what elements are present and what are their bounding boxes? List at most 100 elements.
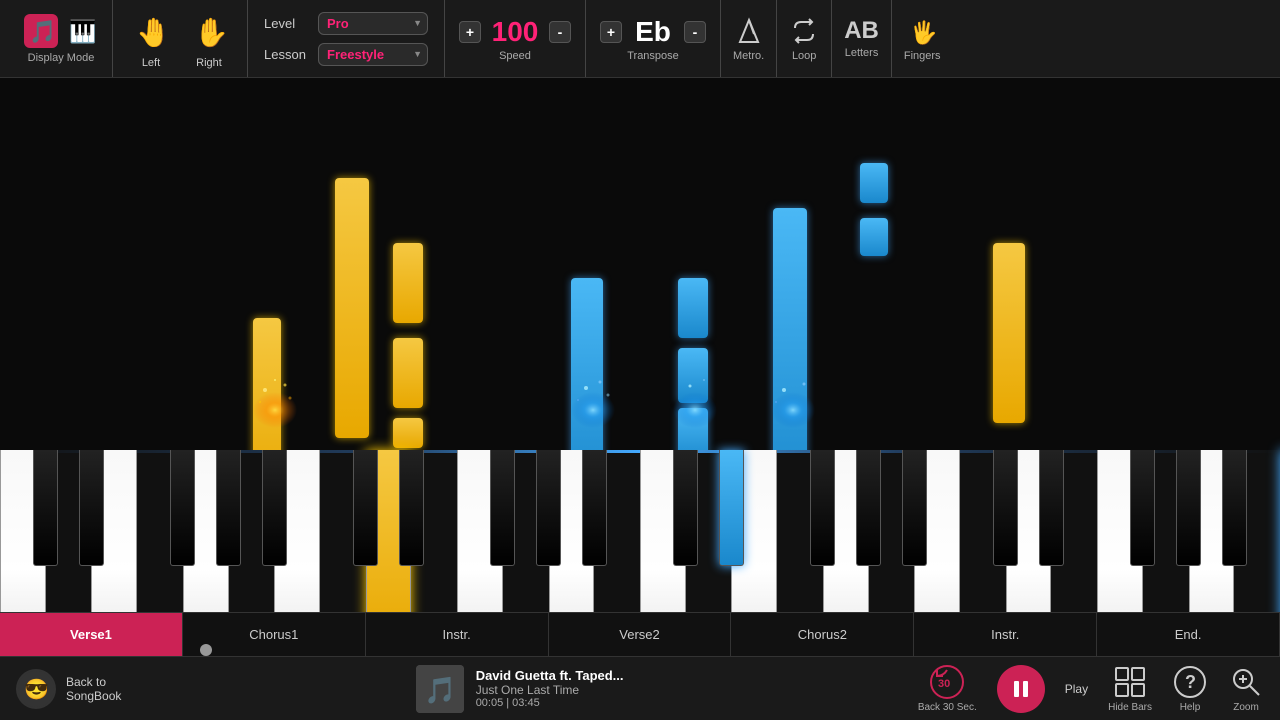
bottom-controls: 30 Back 30 Sec. Play (918, 664, 1264, 713)
note-yellow-3 (393, 243, 423, 323)
black-key-5[interactable] (262, 450, 287, 566)
song-info-section: 🎵 David Guetta ft. Taped... Just One Las… (137, 665, 901, 713)
fingers-button[interactable]: 🖐 Fingers (892, 0, 953, 77)
speed-plus-button[interactable]: + (459, 21, 481, 43)
right-hand-label: Right (196, 57, 222, 69)
black-key-24[interactable] (1130, 450, 1155, 566)
lesson-select-wrapper: Freestyle Lesson 1 Lesson 2 (318, 43, 428, 66)
transpose-value: Eb (626, 16, 680, 48)
display-mode-icon-1[interactable]: 🎵 (24, 14, 58, 48)
black-key-22[interactable] (1039, 450, 1064, 566)
right-hand-button[interactable]: ✋ Right (187, 9, 231, 69)
black-key-18[interactable] (856, 450, 881, 566)
metro-icon (734, 16, 764, 46)
black-key-3[interactable] (170, 450, 195, 566)
song-thumbnail: 🎵 (416, 665, 464, 713)
fingers-icon: 🖐 (907, 16, 937, 46)
svg-text:?: ? (1185, 672, 1196, 692)
letters-label: Letters (845, 47, 879, 59)
hide-bars-button[interactable]: Hide Bars (1108, 664, 1152, 713)
sparkle-blue-1 (558, 360, 628, 430)
zoom-icon (1228, 664, 1264, 700)
toolbar: 🎵 🎹 Display Mode 🤚 Left ✋ (0, 0, 1280, 78)
song-details: David Guetta ft. Taped... Just One Last … (476, 668, 624, 709)
section-tab-instr[interactable]: Instr. (914, 613, 1097, 656)
black-key-21[interactable] (993, 450, 1018, 566)
letters-button[interactable]: AB Letters (832, 0, 892, 77)
metro-label: Metro. (733, 50, 764, 62)
loop-icon (789, 16, 819, 46)
piano-roll (0, 78, 1280, 450)
section-tab-instr[interactable]: Instr. (366, 613, 549, 656)
level-select-wrapper: Pro Beginner Intermediate (318, 12, 428, 35)
back-30-sec-button[interactable]: 30 Back 30 Sec. (918, 664, 977, 713)
progress-dot[interactable] (200, 644, 212, 656)
help-button[interactable]: ? Help (1172, 664, 1208, 713)
note-yellow-2 (335, 178, 369, 438)
back-line1: Back to (66, 675, 121, 689)
black-key-15[interactable] (719, 450, 744, 566)
black-key-11[interactable] (536, 450, 561, 566)
black-key-25[interactable] (1176, 450, 1201, 566)
left-hand-button[interactable]: 🤚 Left (129, 9, 173, 69)
transpose-minus-button[interactable]: - (684, 21, 706, 43)
play-pause-button[interactable] (997, 665, 1045, 713)
lesson-label: Lesson (264, 47, 310, 62)
black-key-7[interactable] (353, 450, 378, 566)
bottom-bar: 😎 Back to SongBook 🎵 David Guetta ft. Ta… (0, 656, 1280, 720)
note-yellow-6 (993, 243, 1025, 423)
lesson-row: Lesson Freestyle Lesson 1 Lesson 2 (264, 43, 428, 66)
note-yellow-4 (393, 338, 423, 408)
svg-text:😎: 😎 (24, 678, 49, 701)
hide-bars-icon (1112, 664, 1148, 700)
fingers-label: Fingers (904, 50, 941, 62)
song-title: David Guetta ft. Taped... (476, 668, 624, 683)
metro-button[interactable]: Metro. (721, 0, 777, 77)
black-key-8[interactable] (399, 450, 424, 566)
lesson-select[interactable]: Freestyle Lesson 1 Lesson 2 (318, 43, 428, 66)
level-label: Level (264, 16, 310, 31)
speed-minus-button[interactable]: - (549, 21, 571, 43)
section-tab-chorus2[interactable]: Chorus2 (731, 613, 914, 656)
sparkle-yellow (240, 360, 310, 430)
svg-text:🎹: 🎹 (69, 19, 95, 44)
section-tab-end[interactable]: End. (1097, 613, 1280, 656)
black-key-19[interactable] (902, 450, 927, 566)
black-key-14[interactable] (673, 450, 698, 566)
black-key-12[interactable] (582, 450, 607, 566)
back-to-songbook-button[interactable]: 😎 Back to SongBook (16, 669, 121, 709)
level-row: Level Pro Beginner Intermediate (264, 12, 428, 35)
speed-label: Speed (499, 50, 531, 62)
transpose-plus-button[interactable]: + (600, 21, 622, 43)
note-yellow-5 (393, 418, 423, 448)
sparkle-blue-2 (660, 360, 730, 430)
hide-bars-label: Hide Bars (1108, 702, 1152, 713)
song-time: 00:05 | 03:45 (476, 697, 624, 709)
letters-icon: AB (844, 19, 879, 43)
svg-text:30: 30 (938, 678, 950, 690)
speed-value: 100 (485, 16, 545, 48)
play-label[interactable]: Play (1065, 682, 1088, 696)
left-hand-label: Left (142, 57, 160, 69)
section-tab-verse2[interactable]: Verse2 (549, 613, 732, 656)
black-key-0[interactable] (33, 450, 58, 566)
black-key-10[interactable] (490, 450, 515, 566)
black-key-17[interactable] (810, 450, 835, 566)
black-key-1[interactable] (79, 450, 104, 566)
display-mode-icon-2[interactable]: 🎹 (64, 14, 98, 48)
black-key-26[interactable] (1222, 450, 1247, 566)
loop-label: Loop (792, 50, 816, 62)
svg-text:🎵: 🎵 (424, 675, 456, 705)
svg-text:🤚: 🤚 (136, 16, 170, 48)
svg-text:🖐: 🖐 (910, 19, 937, 46)
note-blue-6 (860, 163, 888, 203)
loop-button[interactable]: Loop (777, 0, 832, 77)
hand-section: 🤚 Left ✋ Right (113, 0, 248, 77)
svg-text:🎵: 🎵 (29, 19, 55, 44)
help-icon: ? (1172, 664, 1208, 700)
level-select[interactable]: Pro Beginner Intermediate (318, 12, 428, 35)
black-key-4[interactable] (216, 450, 241, 566)
zoom-button[interactable]: Zoom (1228, 664, 1264, 713)
transpose-control: + Eb - (600, 16, 706, 48)
transpose-section: + Eb - Transpose (586, 0, 721, 77)
